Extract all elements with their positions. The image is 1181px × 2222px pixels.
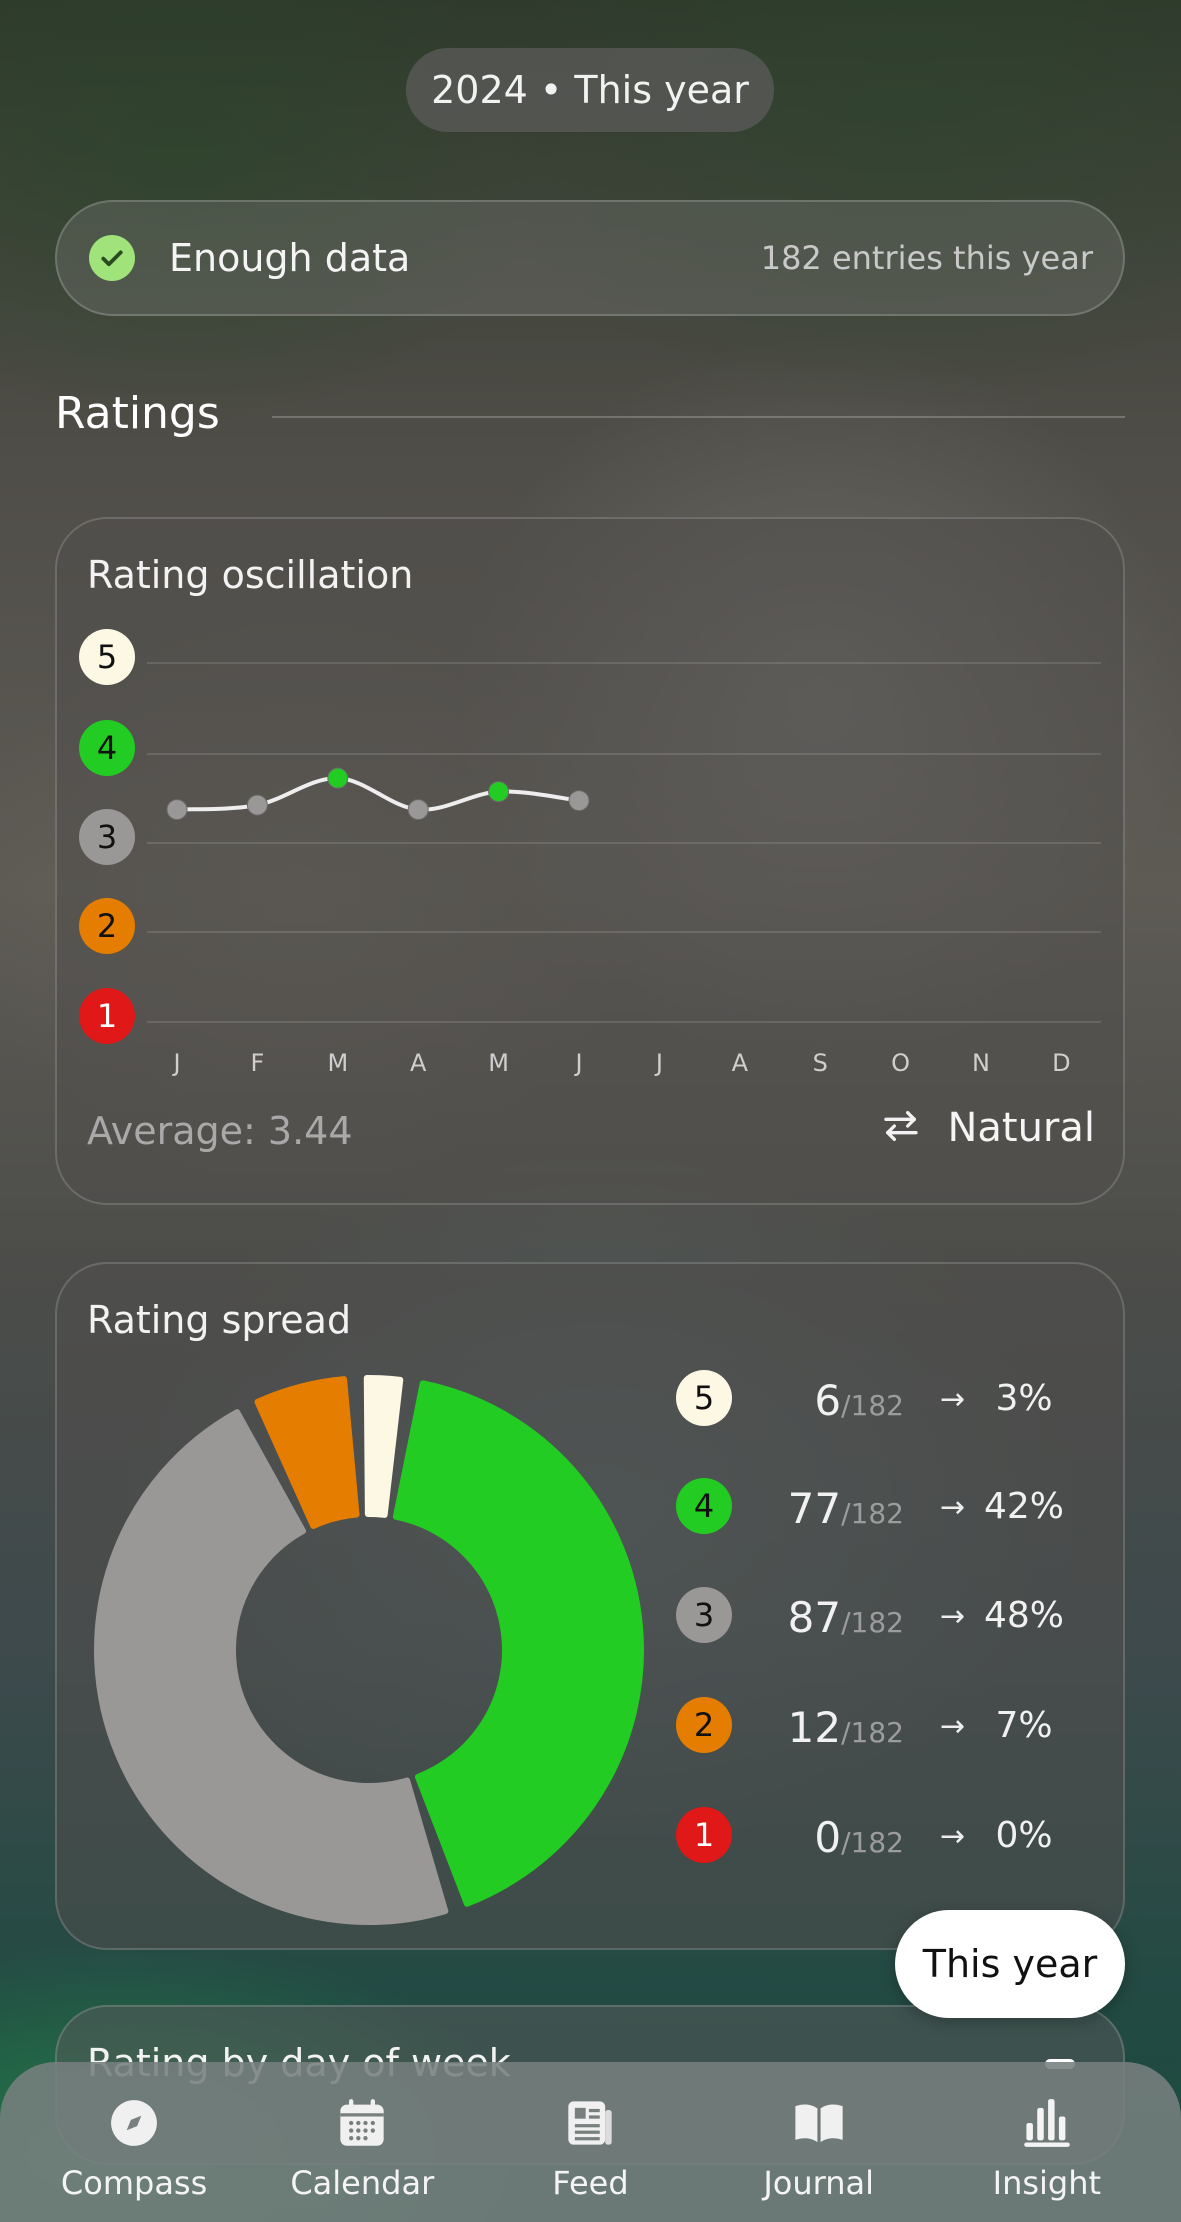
period-toggle-button[interactable]: This year <box>895 1910 1125 2018</box>
rating-level-badge: 2 <box>79 898 135 954</box>
calendar-icon <box>335 2096 389 2150</box>
nav-label: Feed <box>552 2164 629 2202</box>
rating-count-total: /182 <box>841 1826 904 1859</box>
nav-item-insight[interactable]: Insight <box>947 2096 1147 2202</box>
rating-count: 0/182 <box>772 1813 904 1862</box>
rating-percent: 0% <box>995 1815 1053 1856</box>
rating-count-total: /182 <box>841 1716 904 1749</box>
insight-icon <box>1020 2096 1074 2150</box>
swap-arrows-icon <box>881 1106 921 1150</box>
month-tick-label: M <box>488 1049 509 1077</box>
rating-point[interactable] <box>327 767 349 789</box>
rating-count-value: 0 <box>814 1813 842 1862</box>
donut-slice-rating-5[interactable] <box>363 1375 404 1518</box>
oscillation-chart <box>147 662 1101 1023</box>
rating-count-total: /182 <box>841 1606 904 1639</box>
rating-percent: 7% <box>995 1705 1053 1746</box>
period-toggle-label: This year <box>922 1942 1098 1986</box>
year-selector-pill[interactable]: 2024 • This year <box>406 48 774 132</box>
rating-point[interactable] <box>568 790 590 812</box>
month-tick-label: A <box>731 1049 748 1077</box>
month-tick-label: F <box>250 1049 265 1077</box>
rating-level-badge: 1 <box>676 1807 732 1863</box>
rating-level-badge: 4 <box>79 720 135 776</box>
rating-percent: 48% <box>983 1595 1064 1636</box>
rating-level-badge: 3 <box>676 1587 732 1643</box>
rating-count-total: /182 <box>841 1389 904 1422</box>
journal-icon <box>792 2096 846 2150</box>
nav-label: Journal <box>763 2164 874 2202</box>
rating-count: 87/182 <box>772 1593 904 1642</box>
rating-count-value: 6 <box>814 1376 842 1425</box>
month-tick-label: N <box>972 1049 990 1077</box>
rating-count-value: 12 <box>787 1703 842 1752</box>
arrow-right-icon: → <box>940 1819 966 1854</box>
rating-point[interactable] <box>407 799 429 821</box>
rating-point[interactable] <box>488 781 510 803</box>
nav-label: Compass <box>60 2164 208 2202</box>
rating-line <box>176 776 580 812</box>
rating-percent: 42% <box>983 1486 1064 1527</box>
rating-count: 6/182 <box>772 1376 904 1425</box>
rating-spread-row: 3 87/182 → 48% <box>672 1581 1092 1651</box>
donut-slice-rating-3[interactable] <box>94 1409 449 1925</box>
rating-level-badge: 4 <box>676 1478 732 1534</box>
section-divider <box>272 416 1125 418</box>
status-label: Enough data <box>169 236 411 280</box>
rating-count: 77/182 <box>772 1484 904 1533</box>
month-tick-label: A <box>409 1049 427 1077</box>
nav-item-journal[interactable]: Journal <box>719 2096 919 2202</box>
month-tick-label: J <box>655 1049 663 1077</box>
rating-level-badge: 3 <box>79 809 135 865</box>
nav-label: Insight <box>992 2164 1102 2202</box>
rating-oscillation-card: Rating oscillation JFMAMJJASOND Average:… <box>55 517 1125 1205</box>
bottom-navigation: Compass Calendar Feed Journal Insight <box>0 2062 1181 2222</box>
nav-item-feed[interactable]: Feed <box>490 2096 690 2202</box>
rating-spread-row: 2 12/182 → 7% <box>672 1691 1092 1761</box>
month-tick-label: D <box>1052 1049 1071 1077</box>
feed-icon <box>563 2096 617 2150</box>
rating-point[interactable] <box>166 799 188 821</box>
arrow-right-icon: → <box>940 1490 966 1525</box>
month-tick-label: O <box>891 1049 911 1077</box>
rating-count-value: 87 <box>787 1593 842 1642</box>
nav-item-compass[interactable]: Compass <box>34 2096 234 2202</box>
compass-icon <box>107 2096 161 2150</box>
rating-level-badge: 5 <box>676 1370 732 1426</box>
average-label: Average: 3.44 <box>87 1109 353 1153</box>
month-tick-label: J <box>173 1049 181 1077</box>
rating-count-value: 77 <box>787 1484 842 1533</box>
month-tick-label: S <box>812 1049 828 1077</box>
month-tick-label: J <box>575 1049 583 1077</box>
nav-item-calendar[interactable]: Calendar <box>262 2096 462 2202</box>
section-title: Ratings <box>55 388 220 439</box>
rating-spread-row: 5 6/182 → 3% <box>672 1364 1092 1434</box>
data-status-bar: Enough data 182 entries this year <box>55 200 1125 316</box>
donut-slice-rating-4[interactable] <box>392 1380 644 1907</box>
rating-count: 12/182 <box>772 1703 904 1752</box>
rating-donut-chart <box>94 1375 644 1925</box>
arrow-right-icon: → <box>940 1599 966 1634</box>
year-selector-label: 2024 • This year <box>431 68 749 112</box>
arrow-right-icon: → <box>940 1709 966 1744</box>
check-icon <box>89 235 135 281</box>
rating-level-badge: 5 <box>79 629 135 685</box>
nav-label: Calendar <box>290 2164 435 2202</box>
rating-spread-row: 1 0/182 → 0% <box>672 1801 1092 1871</box>
rating-count-total: /182 <box>841 1497 904 1530</box>
curve-mode-toggle[interactable]: Natural <box>881 1105 1095 1151</box>
rating-spread-row: 4 77/182 → 42% <box>672 1472 1092 1542</box>
rating-level-badge: 1 <box>79 988 135 1044</box>
entry-count: 182 entries this year <box>760 239 1093 277</box>
arrow-right-icon: → <box>940 1382 966 1417</box>
rating-point[interactable] <box>246 794 268 816</box>
rating-level-badge: 2 <box>676 1697 732 1753</box>
month-tick-label: M <box>327 1049 349 1077</box>
rating-percent: 3% <box>995 1378 1053 1419</box>
rating-spread-card: Rating spread 5 6/182 → 3% 4 77/182 → 42% 3 87/18… <box>55 1262 1125 1950</box>
curve-mode-label: Natural <box>947 1105 1095 1151</box>
